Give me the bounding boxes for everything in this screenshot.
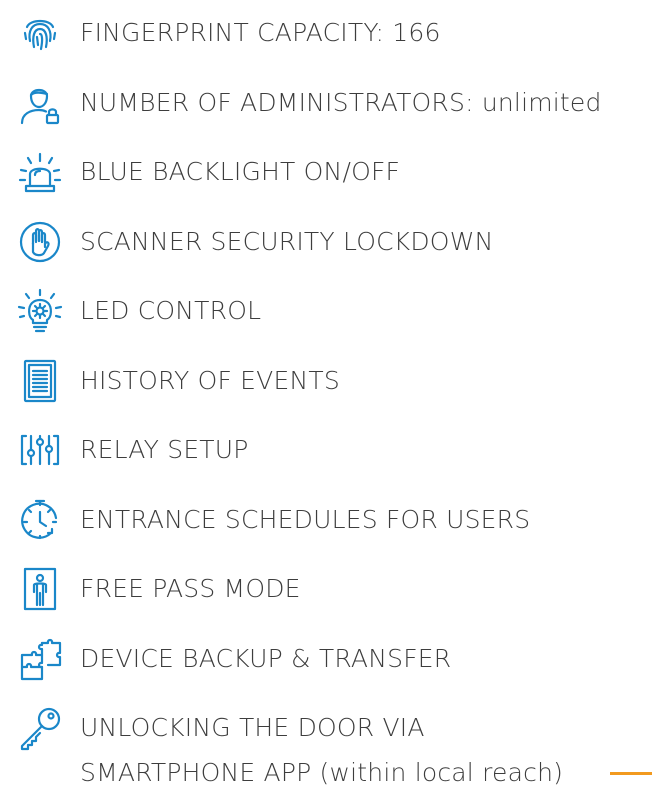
feature-item-administrators: NUMBER OF ADMINISTRATORS: unlimited <box>14 75 654 131</box>
feature-item-backlight: BLUE BACKLIGHT ON/OFF <box>14 144 654 200</box>
feature-label: DEVICE BACKUP & TRANSFER <box>80 644 452 673</box>
feature-item-relay-setup: RELAY SETUP <box>14 422 654 478</box>
feature-label: UNLOCKING THE DOOR VIA <box>80 713 425 742</box>
history-document-icon <box>14 359 66 403</box>
lightbulb-gear-icon <box>14 288 66 333</box>
puzzle-icon <box>14 637 66 681</box>
feature-label: RELAY SETUP <box>80 435 249 464</box>
feature-item-free-pass-mode: FREE PASS MODE <box>14 561 654 617</box>
feature-label: NUMBER OF ADMINISTRATORS: unlimited <box>80 88 602 117</box>
administrator-icon <box>14 81 66 125</box>
feature-item-led-control: LED CONTROL <box>14 283 654 339</box>
relay-sliders-icon <box>14 428 66 472</box>
accent-divider <box>610 772 652 775</box>
feature-item-entrance-schedules: ENTRANCE SCHEDULES FOR USERS <box>14 492 654 548</box>
feature-label: BLUE BACKLIGHT ON/OFF <box>80 157 401 186</box>
key-icon <box>14 706 66 751</box>
schedule-clock-icon <box>14 498 66 542</box>
feature-label: HISTORY OF EVENTS <box>80 366 340 395</box>
hand-stop-icon <box>14 220 66 264</box>
door-person-icon <box>14 567 66 611</box>
backlight-icon <box>14 150 66 194</box>
feature-label: SCANNER SECURITY LOCKDOWN <box>80 227 494 256</box>
feature-item-smartphone-unlock: UNLOCKING THE DOOR VIA SMARTPHONE APP (w… <box>14 700 654 790</box>
feature-label: LED CONTROL <box>80 296 262 325</box>
feature-label: FREE PASS MODE <box>80 574 301 603</box>
feature-item-device-backup: DEVICE BACKUP & TRANSFER <box>14 631 654 687</box>
fingerprint-icon <box>14 11 66 55</box>
feature-item-history-of-events: HISTORY OF EVENTS <box>14 353 654 409</box>
feature-label-line2: SMARTPHONE APP (within local reach) <box>80 758 564 787</box>
feature-item-security-lockdown: SCANNER SECURITY LOCKDOWN <box>14 214 654 270</box>
feature-label: ENTRANCE SCHEDULES FOR USERS <box>80 505 531 534</box>
feature-item-fingerprint-capacity: FINGERPRINT CAPACITY: 166 <box>14 5 654 61</box>
feature-label: FINGERPRINT CAPACITY: 166 <box>80 18 441 47</box>
